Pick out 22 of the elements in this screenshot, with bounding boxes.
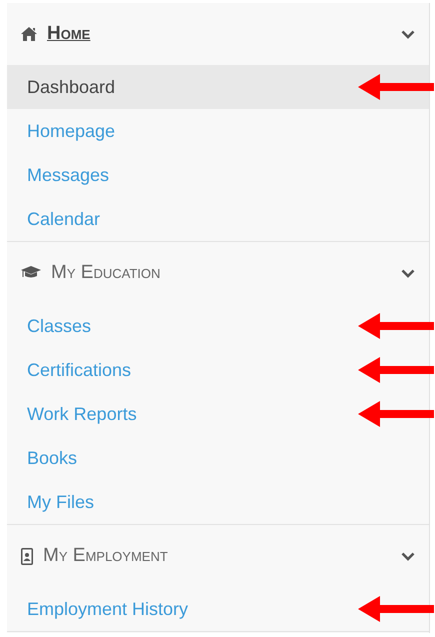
graduation-cap-icon <box>21 266 41 280</box>
section-title: My Education <box>51 260 160 285</box>
section-title: My Employment <box>43 544 168 568</box>
section-header[interactable]: My Education <box>7 242 429 304</box>
nav-link[interactable]: Work Reports <box>7 392 429 436</box>
chevron-icon <box>401 268 415 278</box>
nav-link[interactable]: Certifications <box>7 348 429 392</box>
section-header[interactable]: My Employment <box>7 525 429 587</box>
id-badge-icon <box>21 548 33 564</box>
home-icon <box>21 27 37 41</box>
section-title: Home <box>47 22 90 46</box>
chevron-icon <box>401 552 415 560</box>
section-header[interactable]: Home <box>7 3 429 65</box>
nav-link[interactable]: Messages <box>7 153 429 197</box>
nav-link[interactable]: Homepage <box>7 109 429 153</box>
nav-link[interactable]: Dashboard <box>7 65 429 109</box>
nav-link[interactable]: My Files <box>7 480 429 524</box>
nav-link[interactable]: Books <box>7 436 429 480</box>
nav-link[interactable]: Classes <box>7 304 429 348</box>
nav-link[interactable]: Calendar <box>7 197 429 241</box>
nav-link[interactable]: Employment History <box>7 587 429 631</box>
chevron-icon <box>401 30 415 38</box>
